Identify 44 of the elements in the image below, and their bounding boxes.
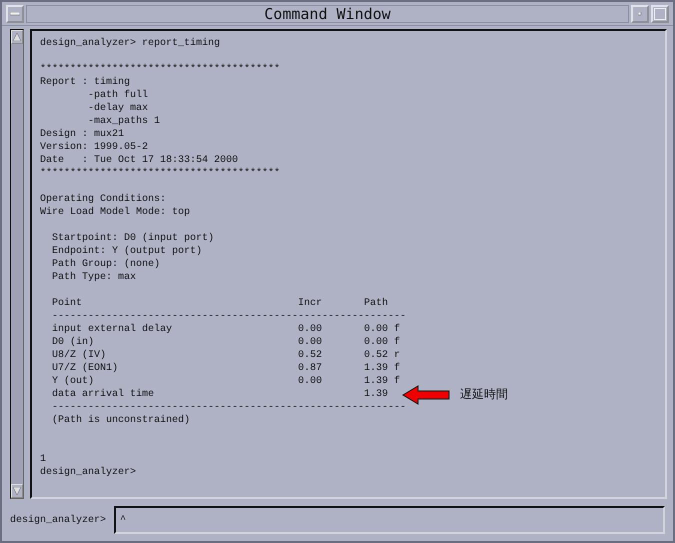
output-line: Date : Tue Oct 17 18:33:54 2000 [40, 154, 238, 167]
output-line: Y (out) 0.00 1.39 f [51, 375, 400, 388]
output-line: (Path is unconstrained) [51, 414, 190, 427]
down-arrow-icon [13, 487, 21, 495]
output-line: Version: 1999.05-2 [40, 141, 148, 154]
prompt-label: design_analyzer> [10, 514, 106, 528]
output-line: design_analyzer> report_timing [40, 37, 220, 50]
output-line: -path full [87, 89, 148, 102]
output-line: data arrival time 1.39 [51, 388, 388, 401]
annotation-label: 遅延時間 [460, 388, 508, 401]
output-line: -max_paths 1 [87, 115, 160, 128]
output-line: design_analyzer> [40, 466, 136, 479]
window-menu-button[interactable] [6, 4, 24, 22]
output-line: Report : timing [40, 76, 130, 89]
bar-icon [10, 12, 20, 16]
scroll-up-button[interactable] [11, 30, 23, 44]
output-line: ----------------------------------------------------------- [51, 401, 406, 414]
output-line: Endpoint: Y (output port) [51, 245, 202, 258]
output-line: **************************************** [40, 63, 280, 76]
scrollbar[interactable] [10, 29, 24, 499]
output-line: U7/Z (EON1) 0.87 1.39 f [51, 362, 400, 375]
output-line: Point Incr Path [51, 297, 388, 310]
output-line: ----------------------------------------------------------- [51, 310, 406, 323]
text-cursor: ^ [120, 514, 126, 528]
output-line: Wire Load Model Mode: top [40, 206, 190, 219]
output-line: U8/Z (IV) 0.52 0.52 r [51, 349, 400, 362]
output-line: **************************************** [40, 167, 280, 180]
output-line: Path Group: (none) [51, 258, 160, 271]
output-line: Design : mux21 [40, 128, 124, 141]
square-icon [654, 8, 666, 20]
output-line: Path Type: max [51, 271, 136, 284]
maximize-button[interactable] [651, 4, 669, 22]
output-line: Startpoint: D0 (input port) [51, 232, 214, 245]
up-arrow-icon [13, 33, 21, 41]
output-line: -delay max [87, 102, 148, 115]
arrow-icon [402, 384, 450, 404]
command-input-field[interactable]: ^ [114, 506, 665, 534]
output-line: 1 [40, 453, 46, 466]
minimize-button[interactable] [631, 4, 649, 22]
output-line: Operating Conditions: [40, 193, 166, 206]
output-line: input external delay 0.00 0.00 f [51, 323, 400, 336]
scroll-down-button[interactable] [11, 484, 23, 498]
output-line: D0 (in) 0.00 0.00 f [51, 336, 400, 349]
window-title: Command Window [26, 4, 629, 22]
